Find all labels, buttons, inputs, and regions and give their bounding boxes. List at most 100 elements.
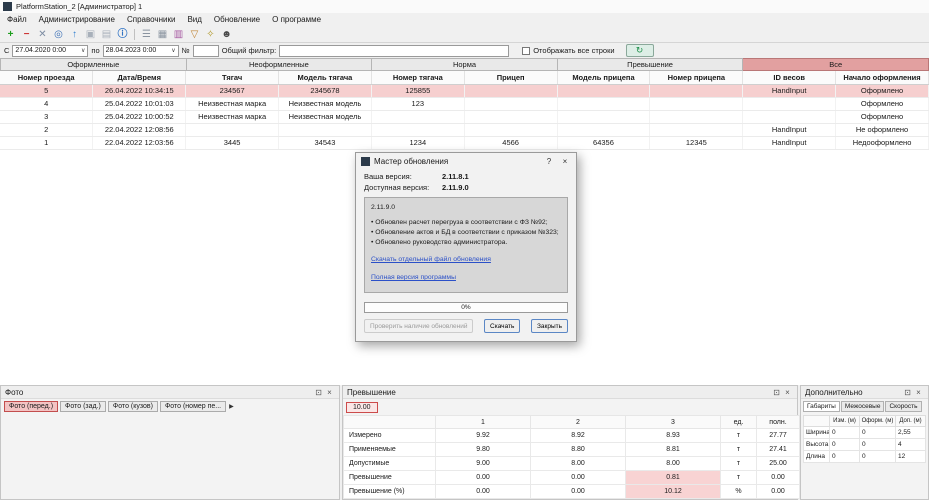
remove-icon[interactable]: − [20, 28, 33, 41]
show-all-checkbox[interactable] [522, 47, 530, 55]
column-header-10[interactable]: Начало оформления [836, 71, 929, 84]
close-icon[interactable]: × [559, 157, 571, 166]
close-icon[interactable]: × [913, 388, 924, 397]
show-all-label: Отображать все строки [533, 46, 614, 55]
filter-icon[interactable]: ▽ [188, 28, 201, 41]
column-header-4[interactable]: Модель тягача [279, 71, 372, 84]
tab-scroll-right-icon[interactable]: ▶ [229, 403, 234, 410]
upload-icon[interactable]: ↑ [68, 28, 81, 41]
dialog-button-3[interactable]: Закрыть [531, 319, 568, 333]
chevron-down-icon[interactable]: ∨ [171, 47, 175, 54]
full-version-link[interactable]: Полная версия программы [371, 273, 561, 283]
release-notes-version: 2.11.9.0 [371, 203, 561, 213]
info-icon[interactable]: ⓘ [116, 28, 129, 41]
chevron-down-icon[interactable]: ∨ [81, 47, 85, 54]
table-row[interactable]: 222.04.2022 12:08:56HandInputНе оформлен… [0, 123, 929, 136]
menu-item-3[interactable]: Справочники [122, 14, 180, 25]
help-icon[interactable]: ? [543, 157, 555, 166]
tools-icon[interactable]: ✕ [36, 28, 49, 41]
excess-col-header: 2 [531, 416, 626, 429]
table-row[interactable]: 425.04.2022 10:01:03Неизвестная маркаНеи… [0, 97, 929, 110]
table-cell [371, 123, 464, 136]
table-row[interactable]: 325.04.2022 10:00:52Неизвестная маркаНеи… [0, 110, 929, 123]
table-cell [557, 84, 650, 97]
refresh-button[interactable]: ↻ [626, 44, 654, 57]
global-filter-input[interactable] [279, 45, 509, 57]
status-tab-5[interactable]: Все [743, 58, 929, 71]
extra-tab-1[interactable]: Габариты [803, 401, 840, 412]
your-version-row: Ваша версия: 2.11.8.1 [364, 171, 568, 182]
excess-row: Измерено9.928.928.93т27.77 [344, 429, 800, 443]
download-progress-bar: 0% [364, 302, 568, 313]
column-header-2[interactable]: Дата/Время [93, 71, 186, 84]
table-cell: 1 [0, 136, 93, 149]
progress-percent: 0% [461, 304, 470, 311]
close-icon[interactable]: × [782, 388, 793, 397]
column-header-7[interactable]: Модель прицепа [557, 71, 650, 84]
column-header-6[interactable]: Прицеп [464, 71, 557, 84]
available-version-row: Доступная версия: 2.11.9.0 [364, 182, 568, 193]
chart-icon[interactable]: ▥ [172, 28, 185, 41]
close-icon[interactable]: × [324, 388, 335, 397]
status-tab-3[interactable]: Норма [372, 58, 558, 71]
excess-row-label: Допустимые [344, 457, 436, 471]
table-cell: Недооформлено [836, 136, 929, 149]
available-version-value: 2.11.9.0 [442, 182, 469, 193]
excess-cell: % [721, 485, 757, 499]
table-row[interactable]: 526.04.2022 10:34:152345672345678125855H… [0, 84, 929, 97]
number-input[interactable] [193, 45, 219, 57]
table-cell: 64356 [557, 136, 650, 149]
date-to-input[interactable]: 28.04.2023 0:00 ∨ [103, 45, 179, 57]
extra-row: Ширина002,55 [804, 427, 926, 439]
status-tab-2[interactable]: Неоформленные [187, 58, 373, 71]
app-icon [3, 2, 12, 11]
photo-tab-3[interactable]: Фото (кузов) [108, 401, 158, 412]
excess-cell: 0.00 [531, 471, 626, 485]
table-cell [557, 123, 650, 136]
extra-col-header [804, 416, 830, 427]
table-cell: 26.04.2022 10:34:15 [93, 84, 186, 97]
menu-item-2[interactable]: Администрирование [34, 14, 120, 25]
menu-item-1[interactable]: Файл [2, 14, 32, 25]
search-icon[interactable]: ◎ [52, 28, 65, 41]
menu-item-5[interactable]: Обновление [209, 14, 265, 25]
extra-cell: 0 [860, 451, 896, 463]
photo-tab-1[interactable]: Фото (перед.) [4, 401, 58, 412]
pin-icon[interactable]: ⊡ [902, 388, 913, 397]
key-icon[interactable]: ✧ [204, 28, 217, 41]
dialog-button-2[interactable]: Скачать [484, 319, 520, 333]
column-header-8[interactable]: Номер прицепа [650, 71, 743, 84]
menu-item-6[interactable]: О программе [267, 14, 326, 25]
excess-col-header [344, 416, 436, 429]
status-tab-4[interactable]: Превышение [558, 58, 744, 71]
download-update-file-link[interactable]: Скачать отдельный файл обновления [371, 255, 561, 265]
column-header-1[interactable]: Номер проезда [0, 71, 93, 84]
extra-tab-3[interactable]: Скорость [885, 401, 921, 412]
status-tab-1[interactable]: Оформленные [0, 58, 187, 71]
menu-item-4[interactable]: Вид [182, 14, 206, 25]
column-header-9[interactable]: ID весов [743, 71, 836, 84]
extra-tab-2[interactable]: Межосевые [841, 401, 885, 412]
column-header-3[interactable]: Тягач [186, 71, 279, 84]
camera-icon[interactable]: ▣ [84, 28, 97, 41]
date-from-input[interactable]: 27.04.2020 0:00 ∨ [12, 45, 88, 57]
pin-icon[interactable]: ⊡ [771, 388, 782, 397]
extra-cell: 0 [860, 427, 896, 439]
user-icon[interactable]: ☻ [220, 28, 233, 41]
photo-tab-4[interactable]: Фото (номер пе... [160, 401, 226, 412]
pin-icon[interactable]: ⊡ [313, 388, 324, 397]
photo-tab-2[interactable]: Фото (зад.) [60, 401, 106, 412]
add-icon[interactable]: + [4, 28, 17, 41]
extra-cell: 2,55 [896, 427, 926, 439]
excess-scale-tab[interactable]: 10.00 [346, 402, 378, 413]
table-cell [186, 123, 279, 136]
date-from-value: 27.04.2020 0:00 [15, 47, 66, 54]
extra-cell: 12 [896, 451, 926, 463]
table-row[interactable]: 122.04.2022 12:03:5634453454312344566643… [0, 136, 929, 149]
report-icon[interactable]: ▦ [156, 28, 169, 41]
print-icon[interactable]: ☰ [140, 28, 153, 41]
table-cell [557, 110, 650, 123]
table-cell: 4566 [464, 136, 557, 149]
column-header-5[interactable]: Номер тягача [371, 71, 464, 84]
document-icon[interactable]: ▤ [100, 28, 113, 41]
